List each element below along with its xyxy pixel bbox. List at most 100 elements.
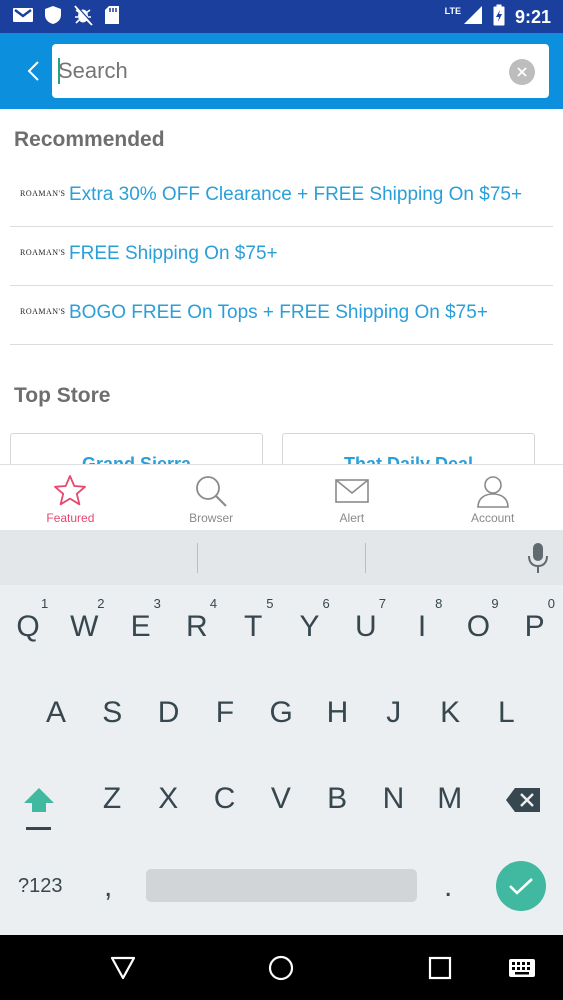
recommended-deal[interactable]: ROAMAN'S Extra 30% OFF Clearance + FREE … bbox=[10, 168, 553, 227]
battery-charging-icon bbox=[493, 4, 505, 31]
key-e[interactable]: E bbox=[121, 610, 161, 644]
key-x[interactable]: X bbox=[148, 782, 188, 816]
key-g[interactable]: G bbox=[261, 696, 301, 730]
shift-arrow-icon bbox=[24, 788, 54, 830]
status-bar: LTE 9:21 bbox=[0, 0, 563, 33]
clock: 9:21 bbox=[514, 7, 551, 27]
recommended-title: Recommended bbox=[14, 128, 165, 151]
key-b[interactable]: B bbox=[317, 782, 357, 816]
key-number-hint: 2 bbox=[97, 596, 105, 611]
key-c[interactable]: C bbox=[205, 782, 245, 816]
text-caret bbox=[58, 58, 60, 84]
suggestion-strip[interactable] bbox=[0, 530, 563, 585]
nav-label: Alert bbox=[339, 511, 365, 525]
nav-label: Featured bbox=[46, 511, 95, 525]
key-number-hint: 9 bbox=[491, 596, 499, 611]
top-store-title: Top Store bbox=[14, 384, 111, 407]
key-r[interactable]: R bbox=[177, 610, 217, 644]
backspace-icon bbox=[506, 788, 540, 812]
store-logo: ROAMAN'S bbox=[20, 248, 66, 257]
search-icon bbox=[194, 473, 228, 509]
bottom-navigation: Featured Browser Alert Account bbox=[0, 464, 563, 530]
key-number-hint: 7 bbox=[378, 596, 387, 611]
enter-key[interactable] bbox=[496, 861, 546, 911]
key-z[interactable]: Z bbox=[92, 782, 132, 816]
gmail-icon bbox=[12, 6, 34, 29]
circle-home-icon bbox=[268, 955, 294, 981]
signal-icon bbox=[463, 5, 483, 30]
search-box bbox=[52, 44, 549, 98]
envelope-icon bbox=[335, 473, 369, 509]
back-nav-button[interactable] bbox=[108, 953, 138, 983]
key-n[interactable]: N bbox=[374, 782, 414, 816]
deal-text: Extra 30% OFF Clearance + FREE Shipping … bbox=[69, 184, 523, 205]
key-m[interactable]: M bbox=[430, 782, 470, 816]
nav-label: Browser bbox=[189, 511, 234, 525]
key-number-hint: 5 bbox=[266, 596, 274, 611]
key-number-hint: 8 bbox=[435, 596, 443, 611]
home-nav-button[interactable] bbox=[266, 953, 296, 983]
key-h[interactable]: H bbox=[318, 696, 358, 730]
key-p[interactable]: P bbox=[515, 610, 555, 644]
key-a[interactable]: A bbox=[36, 696, 76, 730]
key-s[interactable]: S bbox=[92, 696, 132, 730]
deal-text: FREE Shipping On $75+ bbox=[69, 243, 278, 264]
key-f[interactable]: F bbox=[205, 696, 245, 730]
network-type: LTE bbox=[444, 6, 461, 16]
nav-account[interactable]: Account bbox=[422, 465, 563, 530]
comma-key[interactable]: , bbox=[104, 870, 112, 904]
key-t[interactable]: T bbox=[233, 610, 273, 644]
key-v[interactable]: V bbox=[261, 782, 301, 816]
search-input[interactable] bbox=[58, 44, 498, 98]
nav-alert[interactable]: Alert bbox=[282, 465, 423, 530]
person-icon bbox=[476, 473, 510, 509]
key-o[interactable]: O bbox=[458, 610, 498, 644]
recents-nav-button[interactable] bbox=[425, 953, 455, 983]
star-icon bbox=[53, 473, 87, 509]
backspace-key[interactable] bbox=[505, 787, 541, 818]
app-bar bbox=[0, 33, 563, 109]
screen: LTE 9:21 Recommended ROAMAN'S Extra 30% … bbox=[0, 0, 563, 1000]
nav-label: Account bbox=[470, 511, 515, 525]
key-y[interactable]: Y bbox=[290, 610, 330, 644]
shift-key[interactable] bbox=[21, 784, 57, 837]
key-u[interactable]: U bbox=[346, 610, 386, 644]
close-icon bbox=[517, 67, 527, 77]
recommended-deal[interactable]: ROAMAN'S FREE Shipping On $75+ bbox=[10, 227, 553, 286]
key-i[interactable]: I bbox=[402, 610, 442, 644]
key-number-hint: 1 bbox=[41, 596, 49, 611]
suggestion-divider bbox=[197, 543, 198, 573]
key-k[interactable]: K bbox=[430, 696, 470, 730]
sd-card-icon bbox=[104, 5, 120, 30]
keyboard-icon bbox=[509, 959, 535, 977]
space-key[interactable] bbox=[146, 869, 417, 902]
deal-text: BOGO FREE On Tops + FREE Shipping On $75… bbox=[69, 302, 488, 323]
key-l[interactable]: L bbox=[486, 696, 526, 730]
suggestion-divider bbox=[365, 543, 366, 573]
back-button[interactable] bbox=[18, 55, 48, 87]
period-key[interactable]: . bbox=[444, 870, 452, 904]
key-number-hint: 0 bbox=[547, 596, 555, 611]
bug-off-icon bbox=[72, 4, 94, 31]
nav-browser[interactable]: Browser bbox=[141, 465, 282, 530]
nav-featured[interactable]: Featured bbox=[0, 465, 141, 530]
key-j[interactable]: J bbox=[374, 696, 414, 730]
soft-keyboard: Q1W2 E3 R4T5 Y6 U7I8O9 P0 ASDFGHJKL ZXCVBNM ?… bbox=[0, 530, 563, 935]
chevron-left-icon bbox=[27, 61, 39, 81]
square-recents-icon bbox=[428, 956, 452, 980]
shield-icon bbox=[44, 5, 62, 30]
key-number-hint: 6 bbox=[322, 596, 330, 611]
recommended-deal[interactable]: ROAMAN'S BOGO FREE On Tops + FREE Shippi… bbox=[10, 286, 553, 345]
keyboard-switch-button[interactable] bbox=[507, 953, 537, 983]
key-q[interactable]: Q bbox=[8, 610, 48, 644]
store-logo: ROAMAN'S bbox=[20, 307, 66, 316]
key-number-hint: 4 bbox=[209, 596, 218, 611]
clear-search-button[interactable] bbox=[509, 59, 535, 85]
store-logo: ROAMAN'S bbox=[20, 189, 66, 198]
symbols-key[interactable]: ?123 bbox=[18, 875, 63, 898]
checkmark-icon bbox=[509, 878, 533, 895]
key-w[interactable]: W bbox=[64, 610, 104, 644]
key-d[interactable]: D bbox=[149, 696, 189, 730]
microphone-icon[interactable] bbox=[527, 542, 549, 574]
system-navigation-bar bbox=[0, 935, 563, 1000]
